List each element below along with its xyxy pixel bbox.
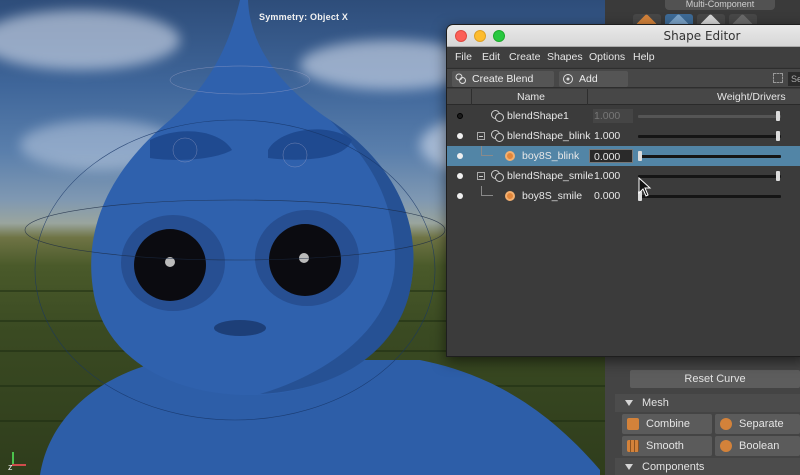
blend-shape-tree: Name Weight/Drivers blendShape1 1.000 bl… — [447, 89, 800, 356]
target-shape-icon — [505, 191, 515, 201]
shelf-tab-multi-component[interactable]: Multi-Component — [665, 0, 775, 10]
symmetry-label: Symmetry: Object X — [259, 12, 349, 22]
menu-bar: File Edit Create Shapes Options Help — [447, 47, 800, 67]
mesh-section-header[interactable]: Mesh — [615, 394, 800, 412]
weight-slider-track — [638, 195, 781, 198]
row-enable-toggle[interactable] — [457, 173, 463, 179]
tree-connector — [481, 146, 493, 156]
separate-label: Separate — [739, 418, 784, 430]
menu-create[interactable]: Create — [509, 51, 541, 63]
reset-curve-button[interactable]: Reset Curve — [630, 370, 800, 388]
collapse-icon[interactable] — [477, 172, 485, 180]
blend-shape-icon — [491, 170, 504, 182]
axis-z-label: z — [8, 462, 13, 472]
combine-icon — [627, 418, 639, 430]
collapse-icon[interactable] — [477, 132, 485, 140]
column-divider — [471, 89, 472, 105]
combine-button[interactable]: Combine — [622, 414, 712, 434]
menu-edit[interactable]: Edit — [482, 51, 500, 63]
menu-shapes[interactable]: Shapes — [547, 51, 583, 63]
weight-slider-handle[interactable] — [776, 171, 780, 181]
weight-slider-handle[interactable] — [776, 111, 780, 121]
column-divider — [587, 89, 588, 105]
weight-slider-track — [638, 115, 781, 118]
add-target-icon — [563, 74, 573, 84]
weight-slider-handle[interactable] — [776, 131, 780, 141]
column-header-name[interactable]: Name — [517, 91, 545, 103]
collapse-triangle-icon — [625, 464, 633, 470]
row-weight-field[interactable]: 1.000 — [593, 109, 633, 123]
table-row[interactable]: blendShape_blink 1.000 — [447, 126, 800, 146]
separate-icon — [720, 418, 732, 430]
window-titlebar[interactable]: Shape Editor — [447, 25, 800, 47]
blend-shape-icon — [491, 110, 504, 122]
smooth-button[interactable]: Smooth — [622, 436, 712, 456]
row-weight-field[interactable]: 0.000 — [589, 149, 633, 163]
menu-options[interactable]: Options — [589, 51, 625, 63]
shape-editor-window: Shape Editor File Edit Create Shapes Opt… — [446, 24, 800, 357]
row-name: boy8S_smile — [522, 190, 583, 202]
row-name: blendShape_blink — [507, 130, 591, 142]
create-blend-shape-button[interactable]: Create Blend Shape — [452, 71, 554, 101]
column-header-weight[interactable]: Weight/Drivers — [717, 91, 786, 103]
row-name: boy8S_blink — [522, 150, 580, 162]
table-row[interactable]: blendShape1 1.000 — [447, 106, 800, 126]
search-input[interactable]: Se — [788, 72, 800, 86]
weight-slider-track — [638, 155, 781, 158]
separate-button[interactable]: Separate — [715, 414, 800, 434]
boolean-button[interactable]: Boolean — [715, 436, 800, 456]
row-weight-field[interactable]: 1.000 — [593, 169, 633, 183]
row-enable-toggle[interactable] — [457, 113, 463, 119]
menu-file[interactable]: File — [455, 51, 472, 63]
weight-slider-track — [638, 175, 781, 178]
boolean-label: Boolean — [739, 440, 780, 452]
row-weight-field[interactable]: 1.000 — [593, 129, 633, 143]
row-enable-toggle[interactable] — [457, 133, 463, 139]
table-row-selected[interactable]: boy8S_blink 0.000 — [447, 146, 800, 166]
components-section-header[interactable]: Components — [615, 458, 800, 475]
table-row[interactable]: boy8S_smile 0.000 — [447, 186, 800, 206]
table-row[interactable]: blendShape_smile 1.000 — [447, 166, 800, 186]
toolbar: Create Blend Shape Add Target Se — [447, 68, 800, 101]
row-enable-toggle[interactable] — [457, 153, 463, 159]
row-weight-field[interactable]: 0.000 — [593, 189, 633, 203]
mouse-cursor-icon — [638, 177, 652, 197]
collapse-triangle-icon — [625, 400, 633, 406]
row-name: blendShape1 — [507, 110, 569, 122]
components-section-label: Components — [642, 461, 705, 473]
mesh-section-label: Mesh — [642, 397, 669, 409]
table-header: Name Weight/Drivers — [447, 89, 800, 105]
weight-slider-track — [638, 135, 781, 138]
smooth-icon — [627, 440, 639, 452]
blend-shape-icon — [491, 130, 504, 142]
target-shape-icon — [505, 151, 515, 161]
row-name: blendShape_smile — [507, 170, 594, 182]
frame-selection-icon[interactable] — [773, 73, 783, 83]
add-target-button[interactable]: Add Target — [559, 71, 628, 101]
menu-help[interactable]: Help — [633, 51, 655, 63]
tree-connector — [481, 186, 493, 196]
smooth-label: Smooth — [646, 440, 684, 452]
row-enable-toggle[interactable] — [457, 193, 463, 199]
combine-label: Combine — [646, 418, 691, 430]
blend-shape-icon — [455, 73, 466, 84]
weight-slider-handle[interactable] — [638, 151, 642, 161]
axis-x-indicator — [12, 464, 26, 466]
window-title: Shape Editor — [663, 29, 741, 43]
boolean-icon — [720, 440, 732, 452]
